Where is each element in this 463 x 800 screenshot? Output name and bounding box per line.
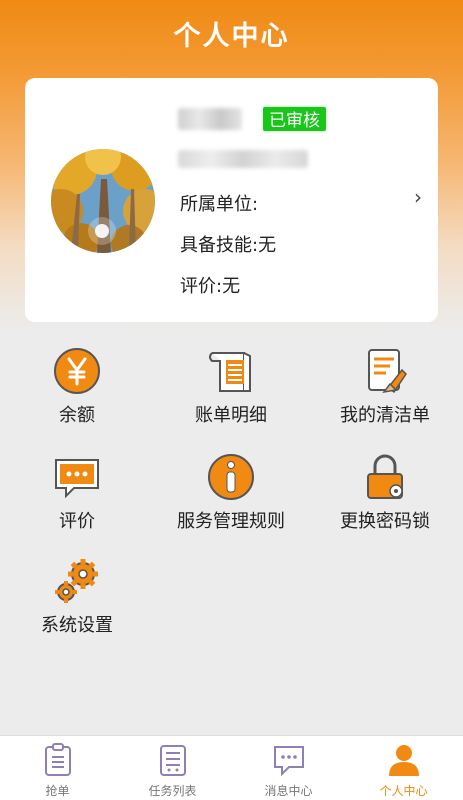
tab-profile[interactable]: 个人中心 <box>346 736 461 800</box>
bottom-tab-bar: 抢单 任务列表 消息中心 个人中心 <box>0 735 463 800</box>
balance-label: 余额 <box>59 405 95 426</box>
message-bubble-icon <box>273 743 305 777</box>
phone-number-redacted <box>178 150 308 168</box>
my-cleaning-label: 我的清洁单 <box>340 405 430 426</box>
tab-task-list[interactable]: 任务列表 <box>115 736 230 800</box>
info-icon <box>206 452 256 502</box>
tab-grab-order[interactable]: 抢单 <box>0 736 115 800</box>
rating-label: 评价:无 <box>180 276 241 297</box>
gears-icon <box>52 556 102 606</box>
settings-label: 系统设置 <box>41 615 113 636</box>
balance-button[interactable]: 余额 <box>0 346 154 446</box>
tab-messages-label: 消息中心 <box>264 784 313 798</box>
service-rules-button[interactable]: 服务管理规则 <box>154 452 308 552</box>
change-lock-button[interactable]: 更换密码锁 <box>308 452 462 552</box>
bill-detail-button[interactable]: 账单明细 <box>154 346 308 446</box>
my-cleaning-button[interactable]: 我的清洁单 <box>308 346 462 446</box>
profile-card[interactable]: 已审核 所属单位: › 具备技能:无 评价:无 <box>25 78 438 322</box>
avatar[interactable] <box>51 149 155 253</box>
status-badge: 已审核 <box>261 105 328 133</box>
tab-messages[interactable]: 消息中心 <box>231 736 346 800</box>
page-title: 个人中心 <box>173 21 290 52</box>
padlock-icon <box>360 452 410 502</box>
skills-label: 具备技能:无 <box>180 235 277 256</box>
clipboard-icon <box>42 743 74 777</box>
chat-bubble-icon <box>52 452 102 502</box>
person-icon <box>388 743 420 777</box>
change-lock-label: 更换密码锁 <box>340 511 430 532</box>
settings-button[interactable]: 系统设置 <box>0 556 154 656</box>
bill-detail-label: 账单明细 <box>195 405 267 426</box>
scroll-bill-icon <box>206 346 256 396</box>
unit-label: 所属单位: <box>180 194 259 215</box>
user-name-redacted <box>178 108 242 130</box>
tab-task-list-label: 任务列表 <box>148 784 197 798</box>
tab-profile-label: 个人中心 <box>379 784 428 798</box>
rating-grid-label: 评价 <box>59 511 95 532</box>
tab-grab-label: 抢单 <box>45 784 70 798</box>
rating-button[interactable]: 评价 <box>0 452 154 552</box>
cleaning-list-icon <box>360 346 410 396</box>
yuan-icon <box>52 346 102 396</box>
service-rules-label: 服务管理规则 <box>177 511 285 532</box>
task-list-icon <box>157 743 189 777</box>
chevron-right-icon[interactable]: › <box>414 185 422 209</box>
